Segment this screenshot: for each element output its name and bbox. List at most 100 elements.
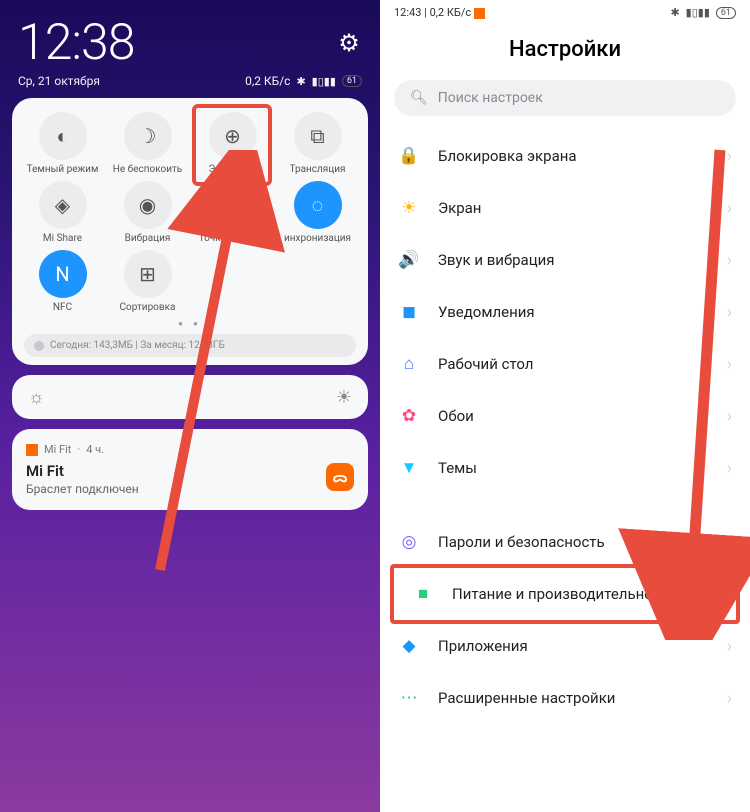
qs-label: Вибрация: [125, 233, 171, 244]
settings-item[interactable]: ◼ Уведомления ›: [380, 286, 750, 338]
qs-tile-4[interactable]: ◈Mi Share: [22, 181, 103, 244]
usage-dot-icon: [34, 341, 44, 351]
notif-title: Mi Fit: [26, 462, 354, 480]
qs-label: Трансляция: [290, 164, 346, 175]
settings-item[interactable]: 🔒Блокировка экрана›: [380, 130, 750, 182]
qs-label: Не беспокоить: [113, 164, 182, 175]
qs-icon: ᯤ: [209, 181, 257, 229]
item-label: Приложения: [438, 637, 709, 655]
item-icon: ⌂: [398, 353, 420, 375]
clock: 12:38: [18, 18, 134, 68]
item-label: Уведомления: [438, 303, 709, 321]
status-icons: 0,2 КБ/с ✱ ▮▯▮▮ 61: [245, 74, 362, 88]
qs-tile-1[interactable]: ☽ Не беспокоить: [107, 112, 188, 175]
page-title: Настройки: [380, 19, 750, 80]
item-label: Расширенные настройки: [438, 689, 709, 707]
qs-tile-8[interactable]: N NFC: [22, 250, 103, 313]
qs-label: Темный режим: [27, 164, 99, 175]
qs-label: Экономия: [209, 164, 257, 175]
qs-icon: ◐: [39, 112, 87, 160]
battery-badge: 61: [342, 75, 362, 87]
qs-label: Mi Share: [43, 233, 82, 244]
qs-icon: ⊞: [124, 250, 172, 298]
item-icon: ⋯: [398, 687, 420, 709]
item-label: Звук и вибрация: [438, 251, 709, 269]
quick-settings-panel: 12:38 ⚙ Ср, 21 октября 0,2 КБ/с ✱ ▮▯▮▮ 6…: [0, 0, 380, 812]
signal-icon: ▮▯▮▮: [312, 75, 336, 88]
qs-tile-5[interactable]: ◉ Вибрация: [107, 181, 188, 244]
item-label: Экран: [438, 199, 709, 217]
brightness-low-icon: ☼: [28, 387, 45, 408]
settings-item[interactable]: ☀ Экран ›: [380, 182, 750, 234]
status-time: 12:43: [394, 6, 421, 19]
data-usage[interactable]: Сегодня: 143,3МБ | За месяц: 12,93ГБ: [24, 334, 356, 357]
search-icon: 🔍︎: [410, 90, 428, 106]
chevron-right-icon: ›: [727, 146, 732, 167]
item-icon: ✿: [398, 405, 420, 427]
settings-item[interactable]: ⋯ Расширенные настройки ›: [380, 672, 750, 724]
brightness-slider[interactable]: ☼ ☀: [12, 375, 368, 419]
qs-tile-3[interactable]: ⧉ Трансляция: [277, 112, 358, 175]
brightness-high-icon: ☀: [336, 387, 352, 408]
notification-card[interactable]: Mi Fit · 4 ч. Mi Fit Браслет подключен ᯅ: [12, 429, 368, 510]
qs-icon: ⊕: [209, 112, 257, 160]
settings-screen: 12:43 | 0,2 КБ/с ✱ ▮▯▮▮ 61 Настройки 🔍︎ …: [380, 0, 750, 812]
qs-icon: N: [39, 250, 87, 298]
qs-label: NFC: [53, 302, 72, 313]
item-label: Темы: [438, 459, 709, 477]
network-speed: 0,2 КБ/с: [245, 74, 290, 88]
bluetooth-icon: ✱: [296, 75, 305, 88]
item-icon: ◎: [398, 531, 420, 553]
qs-tile-9[interactable]: ⊞ Сортировка: [107, 250, 188, 313]
search-placeholder: Поиск настроек: [438, 90, 543, 106]
qs-icon: ☽: [124, 112, 172, 160]
notif-app-badge: ᯅ: [326, 463, 354, 491]
qs-label: Точка доступа: [199, 233, 267, 244]
qs-label: инхронизация: [284, 233, 351, 244]
settings-item[interactable]: ■Питание и производительность›: [390, 564, 740, 624]
notif-time: 4 ч.: [86, 443, 104, 456]
qs-tile-6[interactable]: ᯤ Точка доступа: [192, 181, 273, 244]
page-dots: ● ●: [22, 313, 358, 330]
settings-item[interactable]: ◎Пароли и безопасность›: [380, 516, 750, 568]
app-icon: [26, 444, 38, 456]
notif-app-name: Mi Fit: [44, 443, 71, 456]
chevron-right-icon: ›: [727, 198, 732, 219]
item-icon: ◆: [398, 635, 420, 657]
bluetooth-icon: ✱: [670, 6, 679, 19]
chevron-right-icon: ›: [727, 302, 732, 323]
item-icon: ▼: [398, 457, 420, 479]
notif-body: Браслет подключен: [26, 482, 354, 496]
qs-tile-2[interactable]: ⊕ Экономия: [192, 112, 273, 175]
qs-icon: ⧉: [294, 112, 342, 160]
chevron-right-icon: ›: [727, 636, 732, 657]
qs-icon: ◌: [294, 181, 342, 229]
status-app-icon: [474, 8, 485, 19]
item-icon: ■: [412, 583, 434, 605]
search-input[interactable]: 🔍︎ Поиск настроек: [394, 80, 736, 116]
status-bar: 12:43 | 0,2 КБ/с ✱ ▮▯▮▮ 61: [380, 0, 750, 19]
settings-item[interactable]: ⌂Рабочий стол›: [380, 338, 750, 390]
status-net: 0,2 КБ/с: [430, 6, 472, 19]
qs-tile-0[interactable]: ◐ Темный режим: [22, 112, 103, 175]
settings-item[interactable]: 🔊 Звук и вибрация ›: [380, 234, 750, 286]
chevron-right-icon: ›: [727, 250, 732, 271]
item-icon: ◼: [398, 301, 420, 323]
usage-text: Сегодня: 143,3МБ | За месяц: 12,93ГБ: [50, 340, 225, 351]
item-icon: ☀: [398, 197, 420, 219]
item-icon: 🔊: [398, 249, 420, 271]
chevron-right-icon: ›: [727, 688, 732, 709]
settings-item[interactable]: ✿Обои›: [380, 390, 750, 442]
settings-item[interactable]: ◆ Приложения ›: [380, 620, 750, 672]
settings-item[interactable]: ▼ Темы ›: [380, 442, 750, 494]
date-label: Ср, 21 октября: [18, 74, 100, 88]
qs-tile-7[interactable]: ◌ инхронизация: [277, 181, 358, 244]
item-label: Обои: [438, 407, 709, 425]
item-label: Пароли и безопасность: [438, 533, 709, 551]
chevron-right-icon: ›: [727, 458, 732, 479]
signal-icon: ▮▯▮▮: [686, 6, 710, 19]
qs-label: Сортировка: [120, 302, 176, 313]
qs-icon: ◉: [124, 181, 172, 229]
settings-gear-icon[interactable]: ⚙: [336, 30, 362, 56]
item-icon: 🔒: [398, 145, 420, 167]
